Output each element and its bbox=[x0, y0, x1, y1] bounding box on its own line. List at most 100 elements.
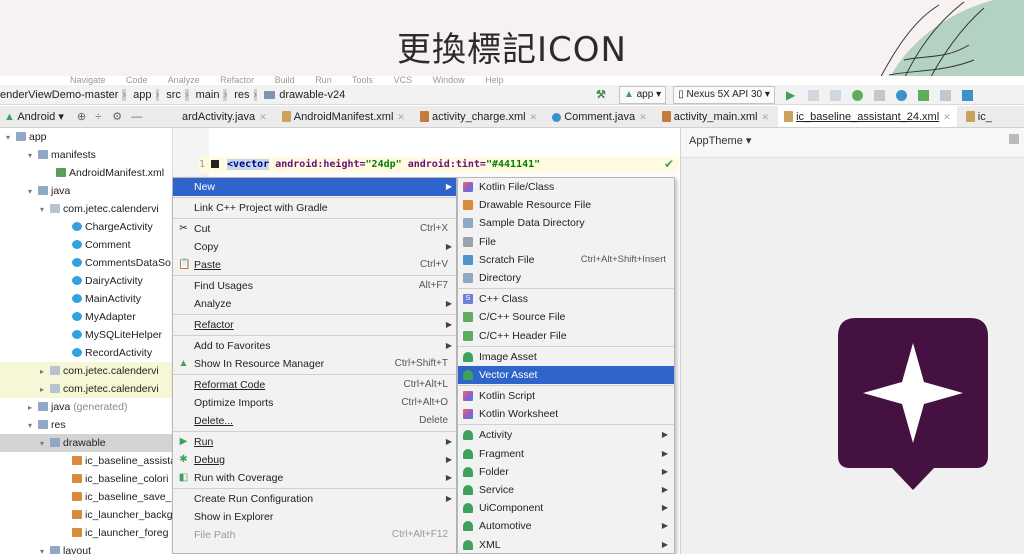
submenu-item-cpp-class[interactable]: S C++ Class bbox=[458, 290, 674, 308]
preview-settings-icon[interactable] bbox=[1009, 134, 1019, 144]
tree-item-ic-launcher-foreground[interactable]: ic_launcher_foreg bbox=[0, 524, 172, 542]
submenu-item-xml[interactable]: XML ▶ bbox=[458, 536, 674, 554]
tree-item-drawable[interactable]: ▾ drawable bbox=[0, 434, 172, 452]
menu-item-debug[interactable]: ✱ Debug ▶ bbox=[173, 451, 456, 469]
profile-icon[interactable] bbox=[874, 89, 886, 101]
gear-icon[interactable]: ⚙ bbox=[112, 111, 122, 123]
tree-item-charge-activity[interactable]: ChargeActivity bbox=[0, 218, 172, 236]
menu-help[interactable]: Help bbox=[485, 76, 504, 85]
apply-changes-icon[interactable] bbox=[808, 89, 820, 101]
submenu-item-scratch-file[interactable]: Scratch File Ctrl+Alt+Shift+Insert bbox=[458, 251, 674, 269]
project-view-selector[interactable]: ▲ Android ▾ ⊕ ÷ ⚙ — bbox=[4, 106, 142, 127]
close-icon[interactable]: ✕ bbox=[259, 112, 267, 122]
menu-item-analyze[interactable]: Analyze ▶ bbox=[173, 295, 456, 313]
submenu-item-kotlin-worksheet[interactable]: Kotlin Worksheet bbox=[458, 405, 674, 423]
menu-code[interactable]: Code bbox=[126, 76, 148, 85]
sync-gradle-icon[interactable] bbox=[918, 89, 930, 101]
menu-item-delete[interactable]: Delete... Delete bbox=[173, 412, 456, 430]
submenu-item-folder[interactable]: Folder ▶ bbox=[458, 463, 674, 481]
run-icon[interactable]: ▶ bbox=[786, 89, 797, 101]
menu-item-paste[interactable]: 📋 Paste Ctrl+V bbox=[173, 256, 456, 274]
submenu-item-sample-data-dir[interactable]: Sample Data Directory bbox=[458, 214, 674, 232]
collapse-icon[interactable]: ÷ bbox=[95, 111, 101, 123]
submenu-item-fragment[interactable]: Fragment ▶ bbox=[458, 445, 674, 463]
breadcrumb-res[interactable]: res bbox=[234, 89, 249, 101]
tab-activity-charge[interactable]: activity_charge.xml ✕ bbox=[414, 106, 543, 127]
menu-vcs[interactable]: VCS bbox=[394, 76, 413, 85]
tree-item-res[interactable]: ▾ res bbox=[0, 416, 172, 434]
device-select[interactable]: ▯ Nexus 5X API 30 ▾ bbox=[673, 86, 775, 105]
submenu-item-drawable-resource[interactable]: Drawable Resource File bbox=[458, 196, 674, 214]
menu-build[interactable]: Build bbox=[275, 76, 295, 85]
avd-manager-icon[interactable] bbox=[940, 89, 952, 101]
tree-item-comments-datasource[interactable]: CommentsDataSo bbox=[0, 254, 172, 272]
submenu-item-ui-component[interactable]: UiComponent ▶ bbox=[458, 499, 674, 517]
tree-item-ic-baseline-save[interactable]: ic_baseline_save_ bbox=[0, 488, 172, 506]
menu-item-create-run-config[interactable]: Create Run Configuration ▶ bbox=[173, 490, 456, 508]
tree-item-android-manifest[interactable]: AndroidManifest.xml bbox=[0, 164, 172, 182]
hide-icon[interactable]: — bbox=[131, 111, 142, 123]
close-icon[interactable]: ✕ bbox=[397, 112, 405, 122]
locate-icon[interactable]: ⊕ bbox=[77, 111, 86, 123]
menu-run[interactable]: Run bbox=[315, 76, 332, 85]
run-config-select[interactable]: ▲ app ▾ bbox=[618, 86, 667, 105]
menu-item-copy[interactable]: Copy ▶ bbox=[173, 238, 456, 256]
apply-code-icon[interactable] bbox=[830, 89, 842, 101]
attach-debugger-icon[interactable] bbox=[896, 89, 908, 101]
menu-item-find-usages[interactable]: Find Usages Alt+F7 bbox=[173, 277, 456, 295]
breadcrumb-project[interactable]: enderViewDemo-master bbox=[0, 89, 118, 101]
tree-item-ic-baseline-assistant[interactable]: ic_baseline_assista bbox=[0, 452, 172, 470]
tree-item-layout[interactable]: ▾ layout bbox=[0, 542, 172, 554]
menu-item-cut[interactable]: ✂ Cut Ctrl+X bbox=[173, 220, 456, 238]
menu-item-reformat-code[interactable]: Reformat Code Ctrl+Alt+L bbox=[173, 376, 456, 394]
debug-icon[interactable] bbox=[852, 89, 864, 101]
tree-item-comment[interactable]: Comment bbox=[0, 236, 172, 254]
close-icon[interactable]: ✕ bbox=[943, 112, 951, 122]
submenu-item-file[interactable]: File bbox=[458, 233, 674, 251]
tree-item-main-activity[interactable]: MainActivity bbox=[0, 290, 172, 308]
submenu-item-directory[interactable]: Directory bbox=[458, 269, 674, 287]
submenu-item-kotlin-file[interactable]: Kotlin File/Class bbox=[458, 178, 674, 196]
breadcrumb-drawable-v24[interactable]: drawable-v24 bbox=[279, 89, 345, 101]
submenu-item-cpp-source[interactable]: C/C++ Source File bbox=[458, 308, 674, 326]
build-hammer-icon[interactable]: ⚒ bbox=[596, 89, 606, 101]
menu-window[interactable]: Window bbox=[433, 76, 465, 85]
submenu-item-image-asset[interactable]: Image Asset bbox=[458, 348, 674, 366]
tree-item-app[interactable]: ▾ app bbox=[0, 128, 172, 146]
theme-select[interactable]: AppTheme ▾ bbox=[689, 134, 751, 147]
tree-item-mysqlite-helper[interactable]: MySQLiteHelper bbox=[0, 326, 172, 344]
tree-item-package-test[interactable]: ▸ com.jetec.calendervi bbox=[0, 362, 172, 380]
menu-tools[interactable]: Tools bbox=[352, 76, 373, 85]
menu-navigate[interactable]: Navigate bbox=[70, 76, 106, 85]
tree-item-package-android-test[interactable]: ▸ com.jetec.calendervi bbox=[0, 380, 172, 398]
menu-item-show-resource-manager[interactable]: ▲ Show In Resource Manager Ctrl+Shift+T bbox=[173, 355, 456, 373]
tree-item-ic-launcher-background[interactable]: ic_launcher_backg bbox=[0, 506, 172, 524]
submenu-item-automotive[interactable]: Automotive ▶ bbox=[458, 517, 674, 535]
breadcrumb-main[interactable]: main bbox=[196, 89, 220, 101]
sdk-manager-icon[interactable] bbox=[962, 89, 974, 101]
tree-item-package[interactable]: ▾ com.jetec.calendervi bbox=[0, 200, 172, 218]
menu-refactor[interactable]: Refactor bbox=[220, 76, 254, 85]
menu-analyze[interactable]: Analyze bbox=[168, 76, 200, 85]
submenu-item-service[interactable]: Service ▶ bbox=[458, 481, 674, 499]
tab-comment[interactable]: Comment.java ✕ bbox=[546, 106, 652, 127]
tab-ic-truncated[interactable]: ic_ bbox=[960, 106, 998, 127]
tree-item-java-generated[interactable]: ▸ java (generated) bbox=[0, 398, 172, 416]
tab-ic-baseline-assistant[interactable]: ic_baseline_assistant_24.xml ✕ bbox=[778, 106, 957, 127]
menu-item-run-coverage[interactable]: ◧ Run with Coverage ▶ bbox=[173, 469, 456, 487]
tab-record-activity[interactable]: ardActivity.java ✕ bbox=[176, 106, 273, 127]
menu-item-link-cpp[interactable]: Link C++ Project with Gradle bbox=[173, 199, 456, 217]
menu-item-optimize-imports[interactable]: Optimize Imports Ctrl+Alt+O bbox=[173, 394, 456, 412]
menu-item-show-in-explorer[interactable]: Show in Explorer bbox=[173, 508, 456, 526]
tree-item-record-activity[interactable]: RecordActivity bbox=[0, 344, 172, 362]
submenu-item-cpp-header[interactable]: C/C++ Header File bbox=[458, 327, 674, 345]
breadcrumb-app[interactable]: app bbox=[133, 89, 151, 101]
color-swatch-icon[interactable] bbox=[211, 160, 220, 168]
menu-item-refactor[interactable]: Refactor ▶ bbox=[173, 316, 456, 334]
tree-item-dairy-activity[interactable]: DairyActivity bbox=[0, 272, 172, 290]
tree-item-java[interactable]: ▾ java bbox=[0, 182, 172, 200]
close-icon[interactable]: ✕ bbox=[639, 112, 647, 122]
submenu-item-vector-asset[interactable]: Vector Asset bbox=[458, 365, 674, 385]
close-icon[interactable]: ✕ bbox=[761, 112, 769, 122]
close-icon[interactable]: ✕ bbox=[530, 112, 538, 122]
